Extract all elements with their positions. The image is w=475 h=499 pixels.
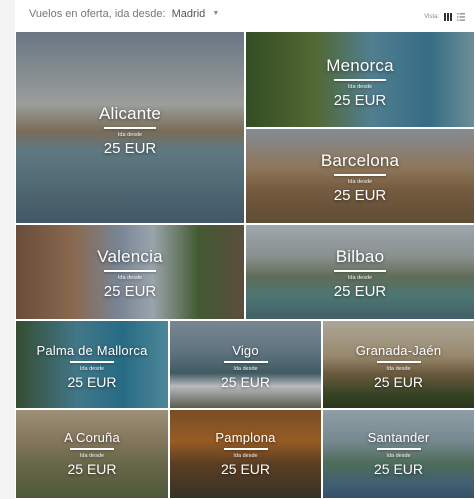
destination-price: 25 EUR (103, 282, 157, 300)
destination-name: Valencia (97, 247, 163, 266)
destination-name: Pamplona (215, 430, 276, 445)
list-view-icon[interactable] (457, 13, 465, 21)
divider (334, 270, 386, 272)
destination-price: 25 EUR (333, 91, 387, 109)
divider (223, 448, 268, 450)
destination-tile-alicante[interactable]: Alicante Ida desde 25 EUR (15, 31, 245, 224)
from-label: Ida desde (347, 274, 373, 281)
divider (334, 174, 386, 176)
from-label: Ida desde (233, 365, 258, 372)
origin-selector[interactable]: Vuelos en oferta, ida desde: Madrid ▼ (29, 8, 219, 20)
destination-price: 25 EUR (220, 373, 271, 390)
divider (70, 448, 114, 450)
from-label: Ida desde (79, 452, 105, 459)
destination-name: Alicante (98, 104, 162, 123)
divider (376, 361, 421, 363)
destination-price: 25 EUR (220, 460, 271, 477)
destination-tile-vigo[interactable]: Vigo Ida desde 25 EUR (169, 320, 322, 409)
destination-tile-barcelona[interactable]: Barcelona Ida desde 25 EUR (245, 128, 475, 224)
destination-name: Santander (367, 430, 430, 445)
destination-tile-menorca[interactable]: Menorca Ida desde 25 EUR (245, 31, 475, 128)
destination-price: 25 EUR (333, 186, 387, 204)
grid-view-icon[interactable] (444, 13, 452, 21)
destination-tile-pamplona[interactable]: Pamplona Ida desde 25 EUR (169, 409, 322, 499)
destination-tile-palma-de-mallorca[interactable]: Palma de Mallorca Ida desde 25 EUR (15, 320, 169, 409)
from-label: Ida desde (347, 178, 373, 185)
destination-tile-santander[interactable]: Santander Ida desde 25 EUR (322, 409, 475, 499)
view-switch: Vista: (424, 13, 465, 21)
destination-name: Barcelona (320, 151, 400, 170)
origin-city[interactable]: Madrid (172, 8, 206, 20)
from-label: Ida desde (79, 365, 105, 372)
divider (223, 361, 268, 363)
divider (104, 270, 156, 272)
destination-price: 25 EUR (67, 373, 117, 390)
chevron-down-icon[interactable]: ▼ (212, 10, 219, 17)
divider (70, 361, 114, 363)
divider (376, 448, 421, 450)
destination-name: A Coruña (64, 430, 120, 445)
from-label: Ida desde (117, 131, 143, 138)
from-label: Ida desde (386, 452, 411, 459)
from-label: Ida desde (347, 83, 373, 90)
destination-tile-a-coruna[interactable]: A Coruña Ida desde 25 EUR (15, 409, 169, 499)
destination-name: Palma de Mallorca (36, 343, 148, 358)
destination-name: Menorca (326, 56, 394, 75)
destination-price: 25 EUR (67, 460, 117, 477)
destination-tile-valencia[interactable]: Valencia Ida desde 25 EUR (15, 224, 245, 320)
divider (104, 127, 156, 129)
top-bar: Vuelos en oferta, ida desde: Madrid ▼ Vi… (15, 0, 475, 32)
origin-prefix: Vuelos en oferta, ida desde: (29, 8, 166, 20)
destination-name: Vigo (232, 343, 259, 358)
left-sidebar (0, 0, 15, 499)
destination-price: 25 EUR (373, 373, 424, 390)
from-label: Ida desde (386, 365, 411, 372)
destination-price: 25 EUR (333, 282, 387, 300)
destination-price: 25 EUR (373, 460, 424, 477)
destination-name: Bilbao (335, 247, 385, 266)
destination-tile-granada-jaen[interactable]: Granada-Jaén Ida desde 25 EUR (322, 320, 475, 409)
destination-price: 25 EUR (103, 139, 157, 157)
divider (334, 79, 386, 81)
view-label: Vista: (424, 14, 439, 20)
destination-name: Granada-Jaén (355, 343, 442, 358)
from-label: Ida desde (233, 452, 258, 459)
destination-tile-bilbao[interactable]: Bilbao Ida desde 25 EUR (245, 224, 475, 320)
from-label: Ida desde (117, 274, 143, 281)
